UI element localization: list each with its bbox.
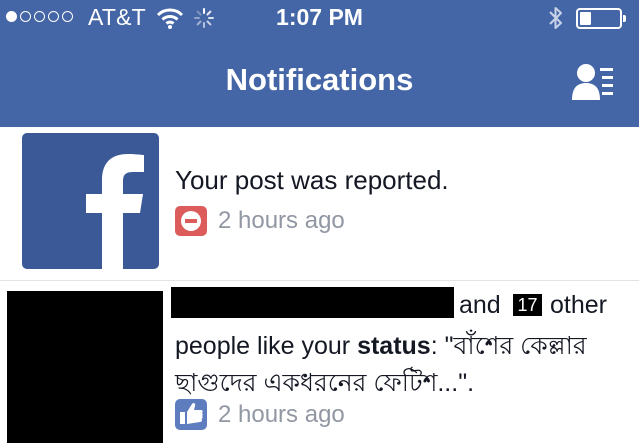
notification-text-other: other xyxy=(550,291,607,319)
redacted-count: 17 xyxy=(513,294,542,316)
status-bar: AT&T 1:07 PM xyxy=(0,0,639,38)
notification-quote-start: : "বাঁশের কেল্লার xyxy=(430,332,587,360)
notification-status-link[interactable]: status xyxy=(357,332,431,360)
notification-item[interactable]: and 17 other people like your status: "ব… xyxy=(0,281,639,443)
report-icon xyxy=(175,206,207,236)
notification-time: 2 hours ago xyxy=(218,400,345,428)
nav-bar: AT&T 1:07 PM Notifications xyxy=(0,0,639,127)
notification-time: 2 hours ago xyxy=(218,207,345,234)
facebook-logo-icon xyxy=(22,133,159,269)
page-title: Notifications xyxy=(225,62,414,97)
battery-icon xyxy=(576,8,626,29)
friend-requests-icon[interactable] xyxy=(569,60,617,104)
redacted-name xyxy=(171,287,454,318)
notification-text-people-like: people like your xyxy=(175,332,358,360)
avatar xyxy=(7,291,163,443)
status-time: 1:07 PM xyxy=(276,4,363,30)
bluetooth-icon xyxy=(549,7,562,29)
notification-item[interactable]: Your post was reported. 2 hours ago xyxy=(0,127,639,281)
notification-meta: 2 hours ago xyxy=(175,206,345,236)
notification-text-and: and xyxy=(459,291,508,319)
notification-text: Your post was reported. xyxy=(175,165,449,195)
like-icon xyxy=(175,399,207,430)
notification-meta: 2 hours ago xyxy=(175,399,345,430)
